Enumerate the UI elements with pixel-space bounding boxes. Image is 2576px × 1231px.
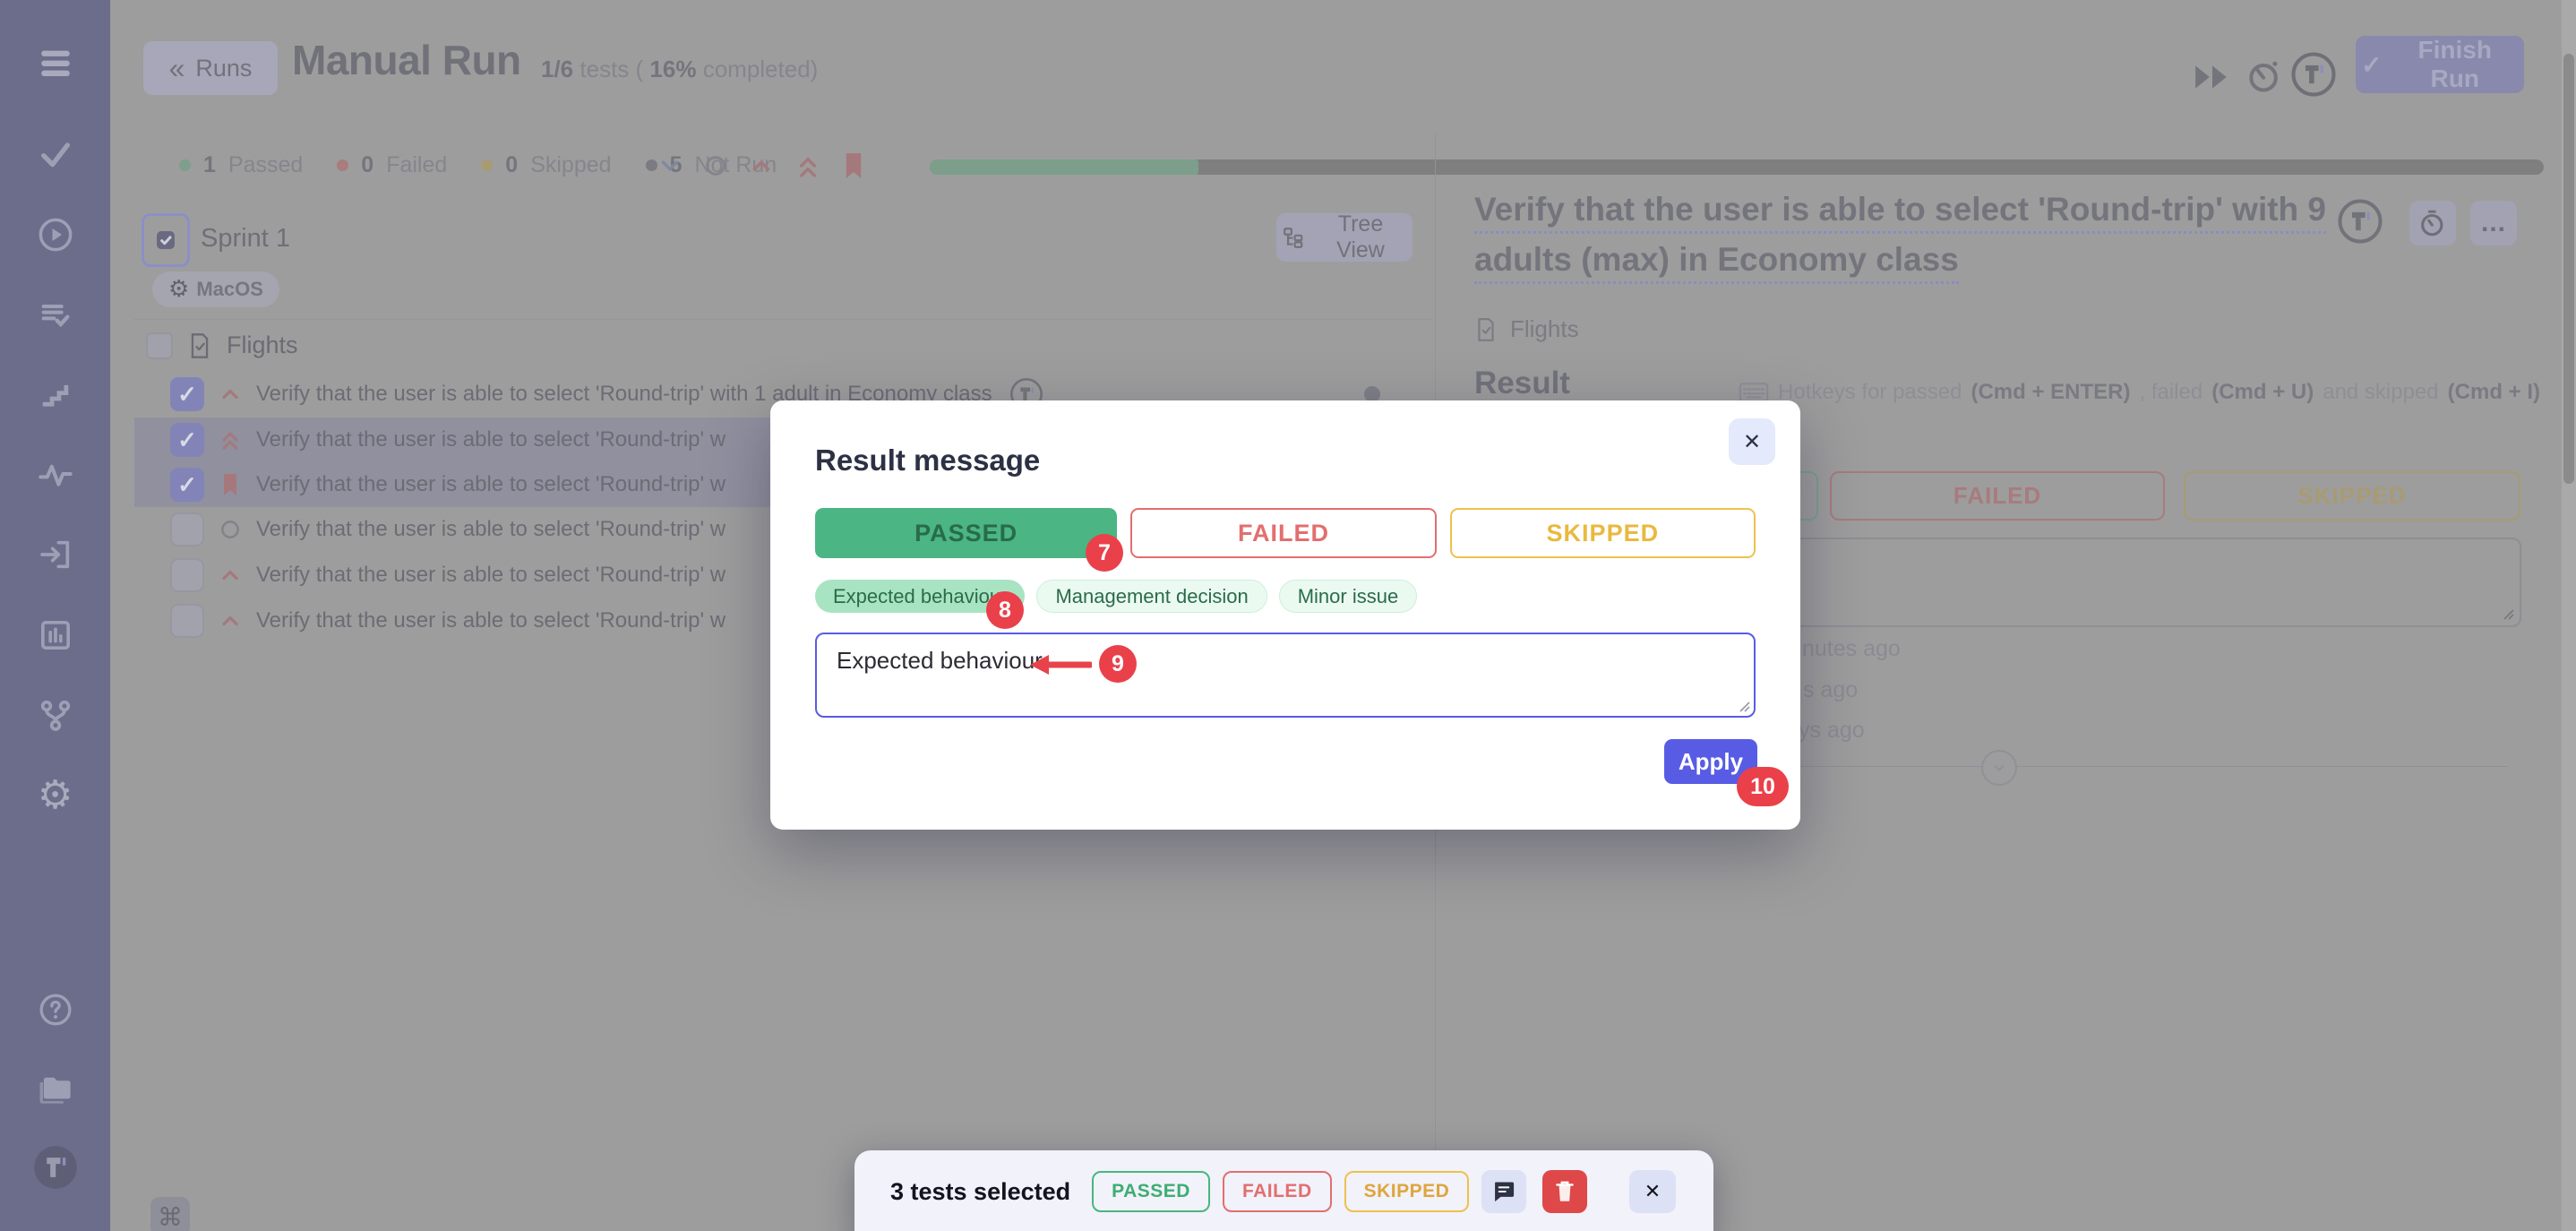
modal-skipped-button[interactable]: SKIPPED — [1450, 508, 1756, 558]
bulk-comment-button[interactable] — [1481, 1170, 1526, 1213]
modal-message-tags: Expected behaviour Management decision M… — [815, 580, 1417, 613]
apply-label: Apply — [1679, 748, 1743, 775]
modal-failed-button[interactable]: FAILED — [1130, 508, 1436, 558]
bulk-actions-bar: 3 tests selected PASSED FAILED SKIPPED ✕ — [854, 1150, 1713, 1231]
annotation-arrow-icon — [1027, 651, 1092, 678]
annotation-badge-8: 8 — [986, 591, 1024, 629]
bulk-skipped-button[interactable]: SKIPPED — [1344, 1171, 1470, 1212]
close-icon: ✕ — [1743, 429, 1761, 455]
comment-icon — [1491, 1179, 1516, 1204]
annotation-badge-9: 9 — [1099, 645, 1137, 683]
result-message-textarea[interactable]: Expected behaviour — [815, 633, 1756, 718]
app-window: ⚙ « Runs Manual Run 1/6 tests ( 16% comp… — [0, 0, 2576, 1231]
tag-label: Management decision — [1055, 585, 1248, 608]
trash-icon — [1553, 1179, 1576, 1204]
bulk-skipped-label: SKIPPED — [1364, 1181, 1450, 1202]
bulk-close-button[interactable]: ✕ — [1629, 1170, 1676, 1213]
result-message-modal: Result message ✕ PASSED FAILED SKIPPED E… — [770, 400, 1800, 830]
tag-label: Minor issue — [1298, 585, 1398, 608]
tag-management-decision[interactable]: Management decision — [1036, 580, 1267, 613]
bulk-passed-label: PASSED — [1112, 1181, 1190, 1202]
modal-passed-label: PASSED — [914, 520, 1018, 547]
modal-status-buttons: PASSED FAILED SKIPPED — [815, 508, 1756, 558]
annotation-badge-7: 7 — [1086, 534, 1123, 572]
tag-minor-issue[interactable]: Minor issue — [1279, 580, 1417, 613]
bulk-delete-button[interactable] — [1542, 1170, 1587, 1213]
close-icon: ✕ — [1644, 1180, 1661, 1203]
bulk-failed-button[interactable]: FAILED — [1223, 1171, 1332, 1212]
modal-failed-label: FAILED — [1238, 520, 1329, 547]
modal-title: Result message — [815, 443, 1040, 478]
modal-skipped-label: SKIPPED — [1547, 520, 1660, 547]
tag-label: Expected behaviour — [833, 585, 1007, 608]
selected-count-text: 3 tests selected — [890, 1178, 1070, 1206]
annotation-badge-10: 10 — [1737, 767, 1789, 806]
modal-close-button[interactable]: ✕ — [1729, 418, 1775, 465]
bulk-passed-button[interactable]: PASSED — [1092, 1171, 1210, 1212]
bulk-failed-label: FAILED — [1242, 1181, 1312, 1202]
modal-passed-button[interactable]: PASSED — [815, 508, 1117, 558]
